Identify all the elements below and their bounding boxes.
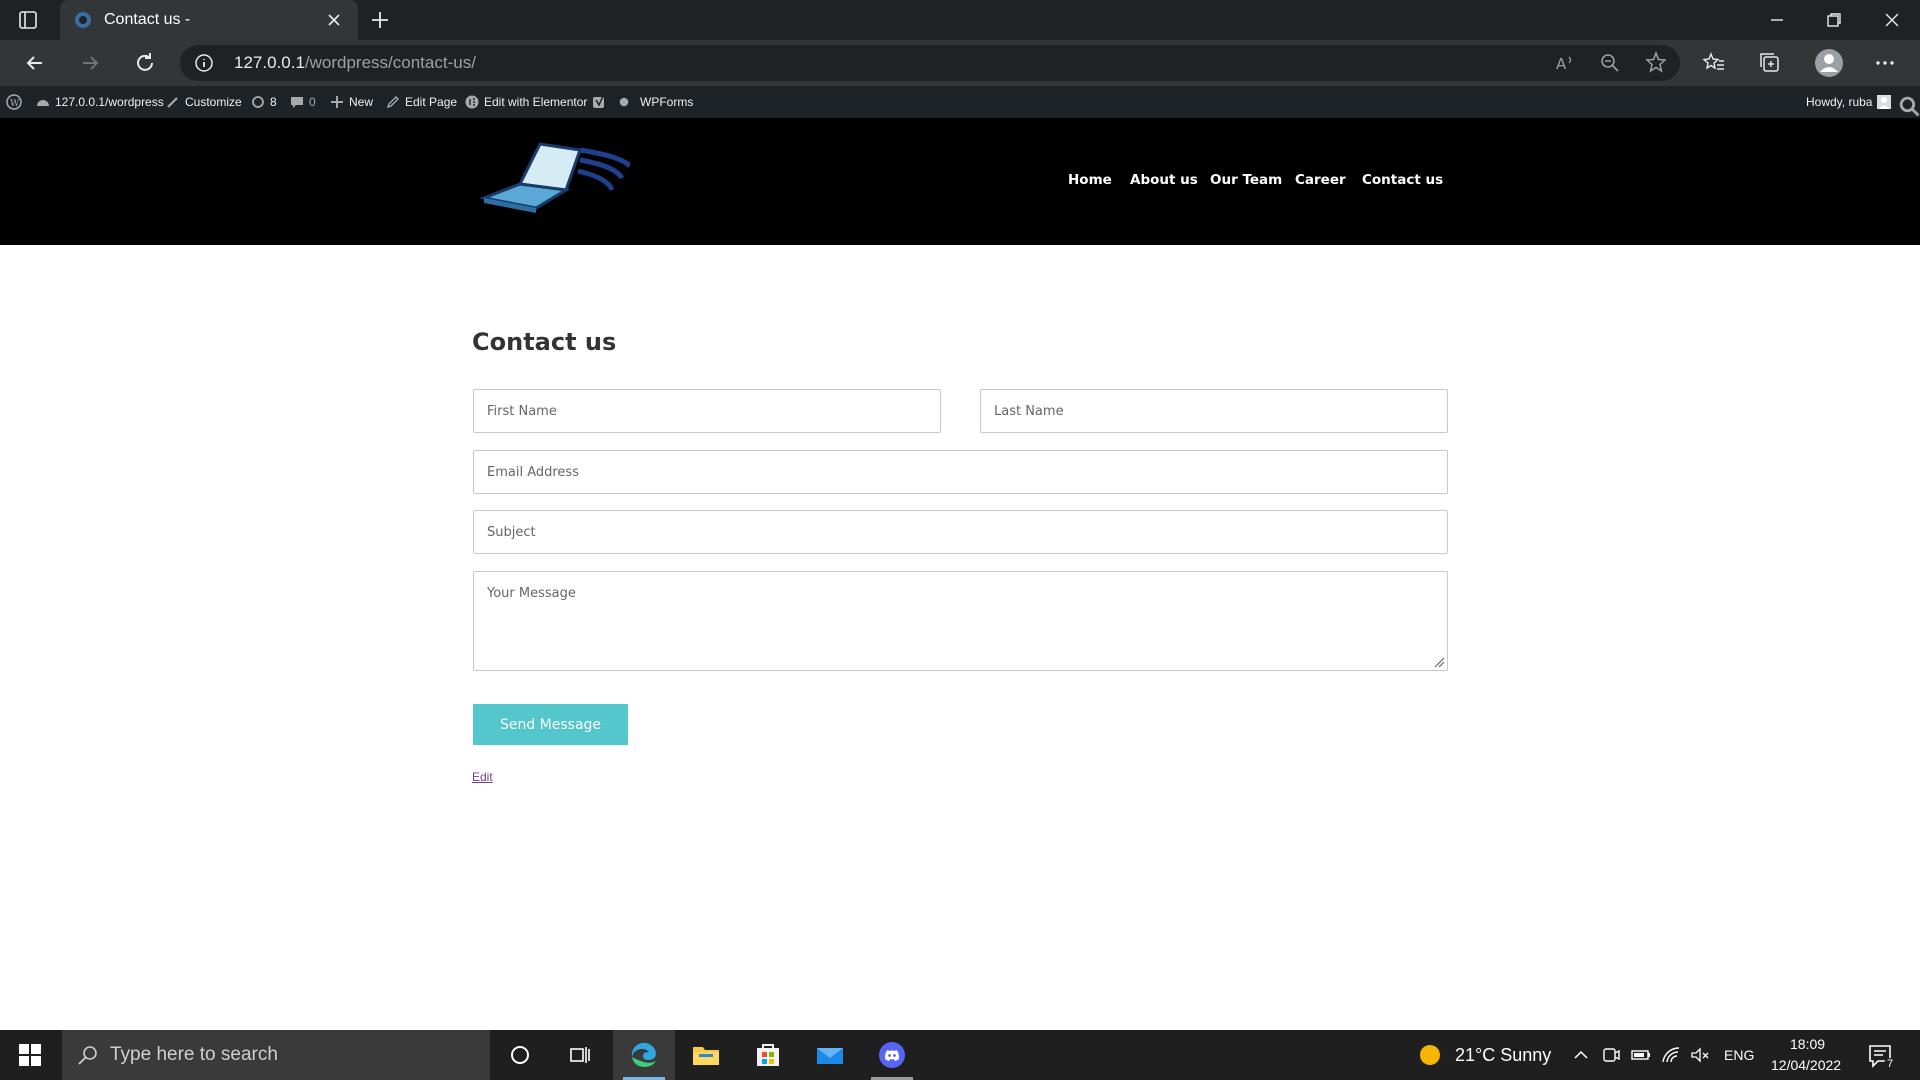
elementor-icon <box>465 95 479 109</box>
microsoft-store-icon <box>757 1044 779 1066</box>
meet-now-icon[interactable] <box>1601 1045 1621 1065</box>
new-tab-icon[interactable] <box>368 8 392 32</box>
browser-tab[interactable]: Contact us - <box>60 0 358 40</box>
nav-career[interactable]: Career <box>1295 172 1346 188</box>
admin-wpforms-link[interactable]: WPForms <box>640 95 693 109</box>
task-view-icon[interactable] <box>568 1043 592 1067</box>
nav-home[interactable]: Home <box>1068 172 1112 188</box>
back-icon[interactable] <box>22 50 48 76</box>
close-tab-icon[interactable] <box>324 10 344 30</box>
restore-icon[interactable] <box>1822 8 1846 32</box>
site-logo-laptop-icon[interactable] <box>480 138 630 218</box>
taskbar-store-app[interactable] <box>737 1030 799 1080</box>
forward-icon[interactable] <box>77 50 103 76</box>
wp-admin-bar: W 127.0.0.1/wordpress Customize 8 0 New … <box>0 86 1920 118</box>
tab-title: Contact us - <box>104 11 191 28</box>
admin-yoast-link[interactable] <box>592 95 629 109</box>
browser-toolbar: 127.0.0.1/wordpress/contact-us/ A <box>0 40 1920 86</box>
svg-text:W: W <box>10 99 20 109</box>
admin-edit-page-link[interactable]: Edit Page <box>386 95 457 109</box>
favorites-icon[interactable] <box>1701 50 1727 76</box>
wifi-icon[interactable] <box>1661 1045 1681 1065</box>
profile-avatar-icon[interactable] <box>1814 48 1844 78</box>
cortana-icon[interactable] <box>508 1043 532 1067</box>
taskbar-discord-app[interactable] <box>861 1030 923 1080</box>
admin-customize-link[interactable]: Customize <box>166 95 242 109</box>
wordpress-favicon-icon <box>75 12 91 28</box>
volume-muted-icon[interactable] <box>1690 1045 1710 1065</box>
notifications-count-badge: 7 <box>1884 1058 1897 1070</box>
weather-text[interactable]: 21°C Sunny <box>1455 1045 1551 1066</box>
taskbar-edge-app[interactable] <box>613 1030 675 1080</box>
admin-updates-link[interactable]: 8 <box>251 95 277 109</box>
language-indicator[interactable]: ENG <box>1724 1047 1754 1063</box>
nav-our-team[interactable]: Our Team <box>1210 172 1282 188</box>
message-field[interactable] <box>473 571 1448 671</box>
comment-icon <box>291 97 303 108</box>
send-message-button[interactable]: Send Message <box>473 704 628 745</box>
clock-time[interactable]: 18:09 <box>1790 1036 1825 1052</box>
close-window-icon[interactable] <box>1880 8 1904 32</box>
minimize-icon[interactable] <box>1765 8 1789 32</box>
collections-icon[interactable] <box>1757 50 1783 76</box>
nav-contact-us[interactable]: Contact us <box>1362 172 1443 188</box>
taskbar-search-placeholder: Type here to search <box>110 1044 278 1065</box>
admin-search-icon[interactable] <box>1898 95 1920 117</box>
dashboard-icon <box>37 100 49 106</box>
search-icon <box>78 1046 97 1065</box>
page-title: Contact us <box>472 328 617 356</box>
seo-status-dot-icon <box>619 97 629 107</box>
site-header <box>0 118 1920 245</box>
nav-about-us[interactable]: About us <box>1130 172 1198 188</box>
textarea-resize-handle-icon[interactable] <box>1433 656 1445 668</box>
windows-start-icon[interactable] <box>18 1043 42 1067</box>
file-explorer-icon <box>693 1047 719 1065</box>
yoast-icon <box>593 95 604 108</box>
show-hidden-icons-icon[interactable] <box>1571 1045 1591 1065</box>
last-name-field[interactable] <box>980 389 1448 433</box>
weather-sun-icon[interactable] <box>1419 1044 1441 1066</box>
more-menu-icon[interactable] <box>1872 50 1898 76</box>
user-avatar-icon <box>1877 95 1892 109</box>
admin-elementor-link[interactable]: Edit with Elementor <box>465 95 587 109</box>
add-favorite-icon[interactable] <box>1643 50 1669 76</box>
taskbar-search-box[interactable]: Type here to search <box>62 1030 490 1080</box>
admin-site-link[interactable]: 127.0.0.1/wordpress <box>36 95 164 109</box>
subject-field[interactable] <box>473 510 1448 554</box>
taskbar-mail-app[interactable] <box>799 1030 861 1080</box>
svg-text:A: A <box>1556 55 1567 73</box>
clock-date[interactable]: 12/04/2022 <box>1771 1057 1841 1073</box>
mail-icon <box>817 1048 843 1064</box>
wordpress-logo-icon[interactable]: W <box>6 94 22 110</box>
battery-icon[interactable] <box>1631 1045 1651 1065</box>
tab-actions-icon[interactable] <box>16 8 40 32</box>
updates-icon <box>252 96 264 108</box>
browser-tab-strip: Contact us - <box>0 0 1920 40</box>
url-text: 127.0.0.1/wordpress/contact-us/ <box>234 53 476 72</box>
first-name-field[interactable] <box>473 389 941 433</box>
windows-taskbar: Type here to search 21°C Sunny ENG 18:09… <box>0 1030 1920 1080</box>
plus-icon <box>331 96 343 108</box>
admin-new-link[interactable]: New <box>330 95 373 109</box>
read-aloud-icon[interactable]: A <box>1552 50 1578 76</box>
admin-account-link[interactable]: Howdy, ruba <box>1806 95 1892 109</box>
discord-icon <box>879 1042 905 1068</box>
refresh-icon[interactable] <box>132 50 158 76</box>
zoom-out-icon[interactable] <box>1597 50 1623 76</box>
brush-icon <box>167 97 178 108</box>
site-info-icon[interactable] <box>194 53 214 73</box>
taskbar-file-explorer-app[interactable] <box>675 1030 737 1080</box>
address-bar[interactable]: 127.0.0.1/wordpress/contact-us/ <box>180 45 1680 81</box>
admin-comments-link[interactable]: 0 <box>290 95 316 109</box>
pencil-icon <box>386 96 399 109</box>
edge-icon <box>631 1042 656 1067</box>
email-field[interactable] <box>473 450 1448 494</box>
edit-link[interactable]: Edit <box>472 770 493 784</box>
